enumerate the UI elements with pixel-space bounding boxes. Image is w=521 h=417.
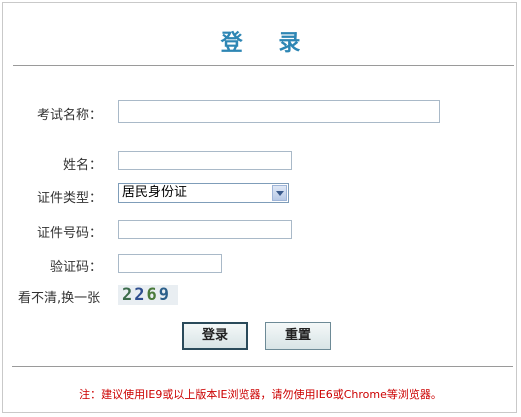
- captcha-image[interactable]: 2269: [118, 285, 178, 305]
- page-title: 登 录: [220, 31, 315, 56]
- id-number-label: 证件号码：: [36, 226, 102, 241]
- captcha-label: 验证码：: [49, 260, 102, 275]
- captcha-digit: 9: [158, 285, 171, 305]
- captcha-digit: 2: [122, 285, 135, 305]
- login-panel: 登 录: [2, 2, 517, 413]
- captcha-input[interactable]: [118, 254, 222, 273]
- exam-name-label: 考试名称：: [36, 108, 102, 123]
- name-input[interactable]: [118, 151, 292, 170]
- captcha-digit: 2: [134, 285, 147, 305]
- id-type-selected-value: 居民身份证: [122, 185, 188, 200]
- id-number-input[interactable]: [118, 220, 292, 239]
- name-label: 姓名：: [62, 158, 102, 173]
- bottom-divider: [12, 366, 513, 367]
- exam-name-input[interactable]: [118, 100, 440, 123]
- captcha-digit: 6: [146, 285, 159, 305]
- captcha-refresh-link[interactable]: 看不清,换一张: [18, 287, 100, 306]
- top-divider: [13, 65, 514, 66]
- id-type-select[interactable]: 居民身份证: [118, 183, 289, 203]
- browser-note: 注：建议使用IE9或以上版本IE浏览器，请勿使用IE6或Chrome等浏览器。: [79, 388, 442, 401]
- login-button[interactable]: 登录: [182, 322, 248, 350]
- reset-button[interactable]: 重置: [265, 322, 331, 350]
- id-type-label: 证件类型：: [36, 191, 102, 206]
- chevron-down-icon[interactable]: [272, 185, 287, 201]
